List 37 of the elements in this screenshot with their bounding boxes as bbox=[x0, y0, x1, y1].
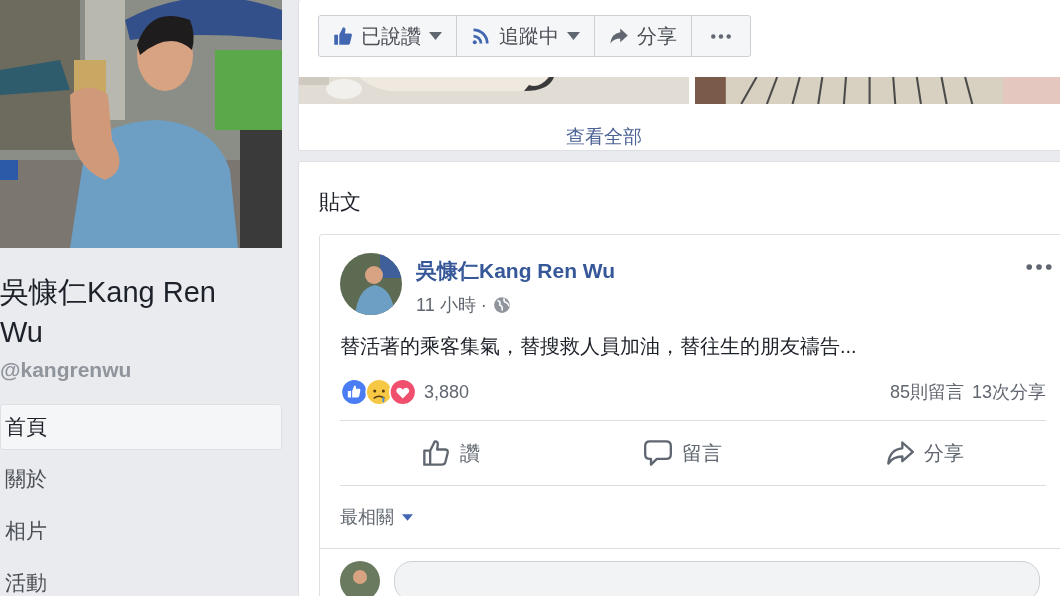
comment-icon bbox=[644, 439, 672, 467]
caret-icon bbox=[429, 32, 442, 40]
sidebar-item[interactable]: 首頁 bbox=[0, 404, 282, 450]
thumbs-up-icon bbox=[422, 439, 450, 467]
page-name: 吳慷仁Kang Ren Wu bbox=[0, 275, 217, 350]
section-heading: 貼文 bbox=[319, 189, 362, 215]
share-button[interactable]: 分享 bbox=[876, 433, 974, 473]
follow-button[interactable]: 追蹤中 bbox=[456, 15, 595, 57]
reactions-icon bbox=[340, 378, 416, 406]
post-time: 11 小時 · bbox=[416, 294, 487, 317]
like-button[interactable]: 已說讚 bbox=[318, 15, 457, 57]
sort-dropdown[interactable]: 最相關 bbox=[340, 505, 413, 529]
sidebar-item[interactable]: 活動 bbox=[0, 560, 282, 596]
see-all-link[interactable]: 查看全部 bbox=[566, 126, 642, 147]
comment-field[interactable] bbox=[394, 561, 1040, 596]
share-arrow-icon bbox=[886, 439, 914, 467]
comment-count[interactable]: 85則留言 bbox=[889, 380, 964, 404]
post-text: 替活著的乘客集氣，替搜救人員加油，替往生的朋友禱告... bbox=[340, 334, 858, 359]
author-link[interactable]: 吳慷仁Kang Ren Wu bbox=[416, 257, 1026, 285]
more-icon bbox=[710, 32, 732, 40]
globe-icon bbox=[492, 296, 511, 314]
thumbs-up-icon bbox=[333, 26, 353, 46]
sidebar-item[interactable]: 關於 bbox=[0, 456, 282, 502]
caret-icon bbox=[567, 32, 580, 40]
avatar bbox=[340, 561, 380, 596]
share-count[interactable]: 13次分享 bbox=[971, 380, 1046, 404]
feed-icon bbox=[471, 26, 491, 46]
more-icon[interactable] bbox=[1026, 263, 1052, 271]
more-button[interactable] bbox=[691, 15, 751, 57]
share-button[interactable]: 分享 bbox=[594, 15, 692, 57]
reaction-count[interactable]: 3,880 bbox=[424, 381, 470, 403]
page-handle: @kangrenwu bbox=[0, 358, 133, 382]
share-arrow-icon bbox=[609, 26, 629, 46]
like-button[interactable]: 讚 bbox=[412, 433, 490, 473]
caret-icon bbox=[402, 513, 413, 521]
comment-button[interactable]: 留言 bbox=[634, 433, 732, 473]
sidebar-item[interactable]: 相片 bbox=[0, 508, 282, 554]
